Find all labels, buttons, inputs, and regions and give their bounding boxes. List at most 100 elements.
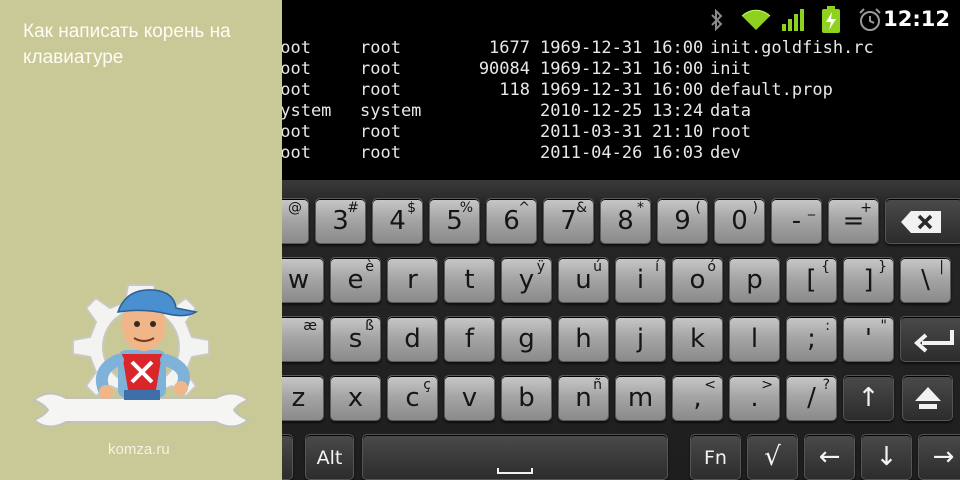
key-j[interactable]: j: [615, 316, 666, 362]
key-alt-label: ÿ: [536, 259, 545, 275]
alt-key[interactable]: Alt: [305, 434, 354, 480]
shift-icon: [915, 387, 941, 409]
key-4[interactable]: 4 $: [372, 198, 423, 244]
key-l[interactable]: l: [729, 316, 780, 362]
key-a[interactable]: æ: [282, 316, 324, 362]
key-alt-label: ç: [423, 377, 431, 393]
terminal-user-cell: root: [282, 59, 311, 79]
space-icon: [497, 468, 533, 474]
key-v[interactable]: v: [444, 375, 495, 421]
key-comma[interactable]: , <: [672, 375, 723, 421]
key-alt-label: *: [637, 200, 644, 216]
key-i[interactable]: ií: [615, 257, 666, 303]
mechanic-mascot-illustration: [32, 284, 250, 428]
shift-key[interactable]: [902, 375, 953, 421]
key-6[interactable]: 6 ^: [486, 198, 537, 244]
enter-key[interactable]: [900, 316, 960, 362]
sqrt-key[interactable]: √: [747, 434, 798, 480]
key-label: m: [627, 383, 654, 413]
key-t[interactable]: t: [444, 257, 495, 303]
key-w[interactable]: w: [282, 257, 324, 303]
key-r[interactable]: r: [387, 257, 438, 303]
key-x[interactable]: x: [330, 375, 381, 421]
key-h[interactable]: h: [558, 316, 609, 362]
key-alt-label: ": [880, 318, 887, 334]
terminal-date-cell: 1969-12-31: [540, 59, 643, 79]
ctrl-key[interactable]: [282, 434, 293, 480]
key-right-bracket[interactable]: ]}: [843, 257, 894, 303]
arrow-left-key[interactable]: ←: [804, 434, 855, 480]
key-7[interactable]: 7 &: [543, 198, 594, 244]
key-semicolon[interactable]: ;:: [786, 316, 837, 362]
terminal-user-cell: root: [282, 38, 311, 58]
key-alt-label: >: [761, 377, 773, 393]
key-label: w: [287, 265, 310, 295]
key-n[interactable]: nñ: [558, 375, 609, 421]
fn-key[interactable]: Fn: [690, 434, 741, 480]
key-alt-label: (: [695, 200, 701, 216]
key-slash[interactable]: /?: [786, 375, 837, 421]
key-alt-label: ñ: [593, 377, 602, 393]
arrow-right-key[interactable]: →: [918, 434, 960, 480]
key-equals[interactable]: = +: [828, 198, 879, 244]
space-key[interactable]: [362, 434, 668, 480]
key-z[interactable]: z: [282, 375, 324, 421]
terminal-name-cell: data: [710, 101, 751, 121]
key-alt-label: è: [365, 259, 374, 275]
key-2[interactable]: @: [282, 198, 309, 244]
key-label: ↑: [857, 383, 880, 413]
key-m[interactable]: m: [615, 375, 666, 421]
key-alt-label: &: [576, 200, 587, 216]
terminal-user-cell: root: [282, 80, 311, 100]
arrow-up-key[interactable]: ↑: [843, 375, 894, 421]
terminal-group-cell: root: [360, 143, 401, 163]
key-label: z: [291, 383, 306, 413]
key-d[interactable]: d: [387, 316, 438, 362]
key-p[interactable]: p: [729, 257, 780, 303]
terminal-time-cell: 16:03: [652, 143, 704, 163]
key-label: v: [461, 383, 478, 413]
key-9[interactable]: 9(: [657, 198, 708, 244]
key-f[interactable]: f: [444, 316, 495, 362]
key-alt-label: ó: [707, 259, 716, 275]
terminal-time-cell: 16:00: [652, 80, 704, 100]
terminal-time-cell: 13:24: [652, 101, 704, 121]
key-alt-label: +: [860, 200, 872, 216]
key-alt-label: }: [878, 259, 887, 275]
key-label: b: [518, 383, 535, 413]
key-e[interactable]: eè: [330, 257, 381, 303]
alarm-icon: [859, 8, 881, 31]
key-o[interactable]: oó: [672, 257, 723, 303]
key-period[interactable]: . >: [729, 375, 780, 421]
key-8[interactable]: 8 *: [600, 198, 651, 244]
bluetooth-icon: [711, 9, 723, 31]
arrow-down-key[interactable]: ↓: [861, 434, 912, 480]
signal-icon: [782, 9, 804, 31]
key-quote[interactable]: ' ": [843, 316, 894, 362]
terminal-date-cell: 2011-03-31: [540, 122, 643, 142]
key-c[interactable]: cç: [387, 375, 438, 421]
key-g[interactable]: g: [501, 316, 552, 362]
key-alt-label: :: [825, 318, 830, 334]
key-k[interactable]: k: [672, 316, 723, 362]
status-clock: 12:12: [883, 7, 950, 31]
key-alt-label: æ: [303, 318, 317, 334]
key-0[interactable]: 0): [714, 198, 765, 244]
key-u[interactable]: uú: [558, 257, 609, 303]
key-label: d: [404, 324, 421, 354]
key-label: k: [689, 324, 706, 354]
key-backslash[interactable]: \ |: [900, 257, 951, 303]
key-alt-label: _: [808, 200, 815, 216]
key-3[interactable]: 3 #: [315, 198, 366, 244]
key-minus[interactable]: - _: [771, 198, 822, 244]
key-y[interactable]: yÿ: [501, 257, 552, 303]
terminal-date-cell: 2011-04-26: [540, 143, 643, 163]
key-alt-label: ): [752, 200, 758, 216]
key-label: ↓: [875, 442, 898, 472]
backspace-icon: [901, 211, 941, 233]
key-5[interactable]: 5%: [429, 198, 480, 244]
key-left-bracket[interactable]: [{: [786, 257, 837, 303]
backspace-key[interactable]: [885, 198, 960, 244]
key-s[interactable]: sß: [330, 316, 381, 362]
key-b[interactable]: b: [501, 375, 552, 421]
